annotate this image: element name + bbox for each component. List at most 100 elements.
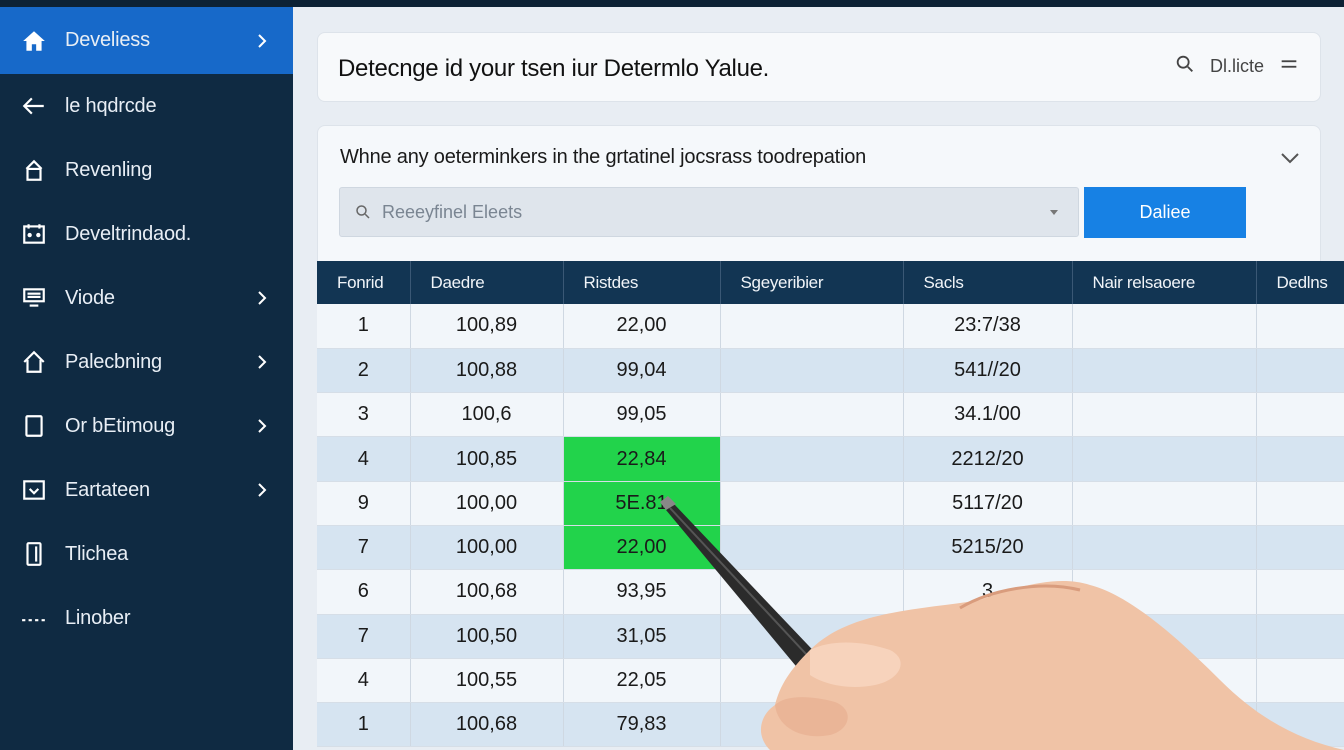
table-cell[interactable]: 5215/20 (903, 525, 1073, 571)
header-action-label[interactable]: Dl.licte (1210, 56, 1264, 77)
sidebar-item-5[interactable]: Palecbning (0, 330, 293, 394)
table-cell[interactable]: 1 (317, 304, 411, 349)
table-cell[interactable] (1072, 348, 1257, 394)
table-cell[interactable] (1256, 304, 1344, 349)
table-cell[interactable] (1256, 348, 1344, 394)
table-cell[interactable]: 1 (317, 702, 411, 748)
table-cell[interactable]: 2212/20 (903, 436, 1073, 482)
table-cell[interactable] (720, 481, 904, 526)
menu-icon[interactable] (1278, 53, 1300, 80)
table-cell[interactable] (1072, 304, 1257, 349)
table-cell[interactable]: 100,89 (410, 304, 564, 349)
column-header[interactable]: Sacls (903, 261, 1073, 304)
table-cell[interactable] (1072, 658, 1257, 704)
table-cell[interactable]: 100,00 (410, 525, 564, 571)
table-cell[interactable]: 7 (317, 525, 411, 571)
sidebar-item-4[interactable]: Viode (0, 266, 293, 330)
table-cell[interactable] (1072, 569, 1257, 615)
table-row[interactable]: 4 100,85 22,84 2212/20 (317, 436, 1344, 482)
table-cell[interactable] (1072, 392, 1257, 438)
table-cell[interactable] (903, 702, 1073, 748)
search-icon[interactable] (1174, 53, 1196, 80)
table-cell[interactable]: 100,55 (410, 658, 564, 704)
table-cell[interactable] (1072, 481, 1257, 526)
table-cell[interactable] (1256, 658, 1344, 704)
table-cell[interactable] (1256, 525, 1344, 571)
table-cell[interactable] (1256, 614, 1344, 659)
apply-button[interactable]: Daliee (1084, 187, 1246, 238)
sidebar-item-2[interactable]: Revenling (0, 138, 293, 202)
table-cell[interactable] (720, 569, 904, 615)
column-header[interactable]: Nair relsaoere (1072, 261, 1257, 304)
table-cell[interactable] (1072, 702, 1257, 748)
table-row[interactable]: 9 100,00 5E.81 5117/20 (317, 481, 1344, 526)
table-cell[interactable] (1072, 525, 1257, 571)
dropdown-caret-icon[interactable] (1048, 206, 1060, 218)
table-row[interactable]: 7 100,50 31,05 (317, 614, 1344, 659)
table-cell[interactable] (903, 614, 1073, 659)
table-cell[interactable] (720, 525, 904, 571)
search-input[interactable] (382, 201, 1002, 223)
table-cell[interactable] (1256, 392, 1344, 438)
column-header[interactable]: Dedlns (1256, 261, 1344, 304)
table-cell[interactable] (1072, 436, 1257, 482)
table-cell[interactable] (720, 702, 904, 748)
table-cell[interactable]: 6 (317, 569, 411, 615)
table-cell[interactable]: 9 (317, 481, 411, 526)
table-cell[interactable]: 100,88 (410, 348, 564, 394)
sidebar-item-8[interactable]: Tlichea (0, 522, 293, 586)
sidebar-item-6[interactable]: Or bEtimoug (0, 394, 293, 458)
table-cell[interactable]: 3 (903, 569, 1073, 615)
table-cell[interactable]: 22,84 (563, 436, 721, 482)
table-cell[interactable]: 99,05 (563, 392, 721, 438)
table-cell[interactable]: 23:7/38 (903, 304, 1073, 349)
sidebar-item-0[interactable]: Develiess (0, 7, 293, 74)
table-cell[interactable]: 7 (317, 614, 411, 659)
table-cell[interactable]: 22,05 (563, 658, 721, 704)
column-header[interactable]: Daedre (410, 261, 564, 304)
column-header[interactable]: Ristdes (563, 261, 721, 304)
table-cell[interactable]: 100,50 (410, 614, 564, 659)
table-cell[interactable] (903, 658, 1073, 704)
table-cell[interactable]: 4 (317, 436, 411, 482)
table-cell[interactable]: 100,68 (410, 702, 564, 748)
table-cell[interactable]: 99,04 (563, 348, 721, 394)
table-cell[interactable] (720, 614, 904, 659)
table-cell[interactable]: 5E.81 (563, 481, 721, 526)
sidebar-item-1[interactable]: le hqdrcde (0, 74, 293, 138)
table-cell[interactable]: 541//20 (903, 348, 1073, 394)
column-header[interactable]: Fonrid (317, 261, 411, 304)
table-cell[interactable] (720, 304, 904, 349)
sidebar-item-3[interactable]: Develtrindaod. (0, 202, 293, 266)
table-cell[interactable]: 22,00 (563, 304, 721, 349)
table-row[interactable]: 1 100,68 79,83 (317, 702, 1344, 748)
table-cell[interactable]: 2 (317, 348, 411, 394)
chevron-down-icon[interactable] (1278, 146, 1302, 170)
table-cell[interactable] (1256, 702, 1344, 748)
table-row[interactable]: 4 100,55 22,05 (317, 658, 1344, 704)
sidebar-item-7[interactable]: Eartateen (0, 458, 293, 522)
table-cell[interactable]: 34.1/00 (903, 392, 1073, 438)
table-cell[interactable]: 31,05 (563, 614, 721, 659)
table-row[interactable]: 3 100,6 99,05 34.1/00 (317, 392, 1344, 438)
table-cell[interactable]: 100,68 (410, 569, 564, 615)
table-cell[interactable] (1256, 569, 1344, 615)
table-cell[interactable]: 100,00 (410, 481, 564, 526)
table-cell[interactable]: 100,85 (410, 436, 564, 482)
table-cell[interactable] (1072, 614, 1257, 659)
table-cell[interactable]: 100,6 (410, 392, 564, 438)
table-cell[interactable]: 3 (317, 392, 411, 438)
table-cell[interactable]: 93,95 (563, 569, 721, 615)
table-cell[interactable]: 22,00 (563, 525, 721, 571)
table-cell[interactable]: 4 (317, 658, 411, 704)
table-row[interactable]: 6 100,68 93,95 3 (317, 569, 1344, 615)
table-cell[interactable] (720, 392, 904, 438)
column-header[interactable]: Sgeyeribier (720, 261, 904, 304)
table-cell[interactable]: 79,83 (563, 702, 721, 748)
sidebar-item-9[interactable]: Linober (0, 586, 293, 650)
table-cell[interactable]: 5117/20 (903, 481, 1073, 526)
table-row[interactable]: 1 100,89 22,00 23:7/38 (317, 304, 1344, 349)
search-field[interactable] (339, 187, 1079, 237)
table-cell[interactable] (720, 436, 904, 482)
table-row[interactable]: 7 100,00 22,00 5215/20 (317, 525, 1344, 571)
